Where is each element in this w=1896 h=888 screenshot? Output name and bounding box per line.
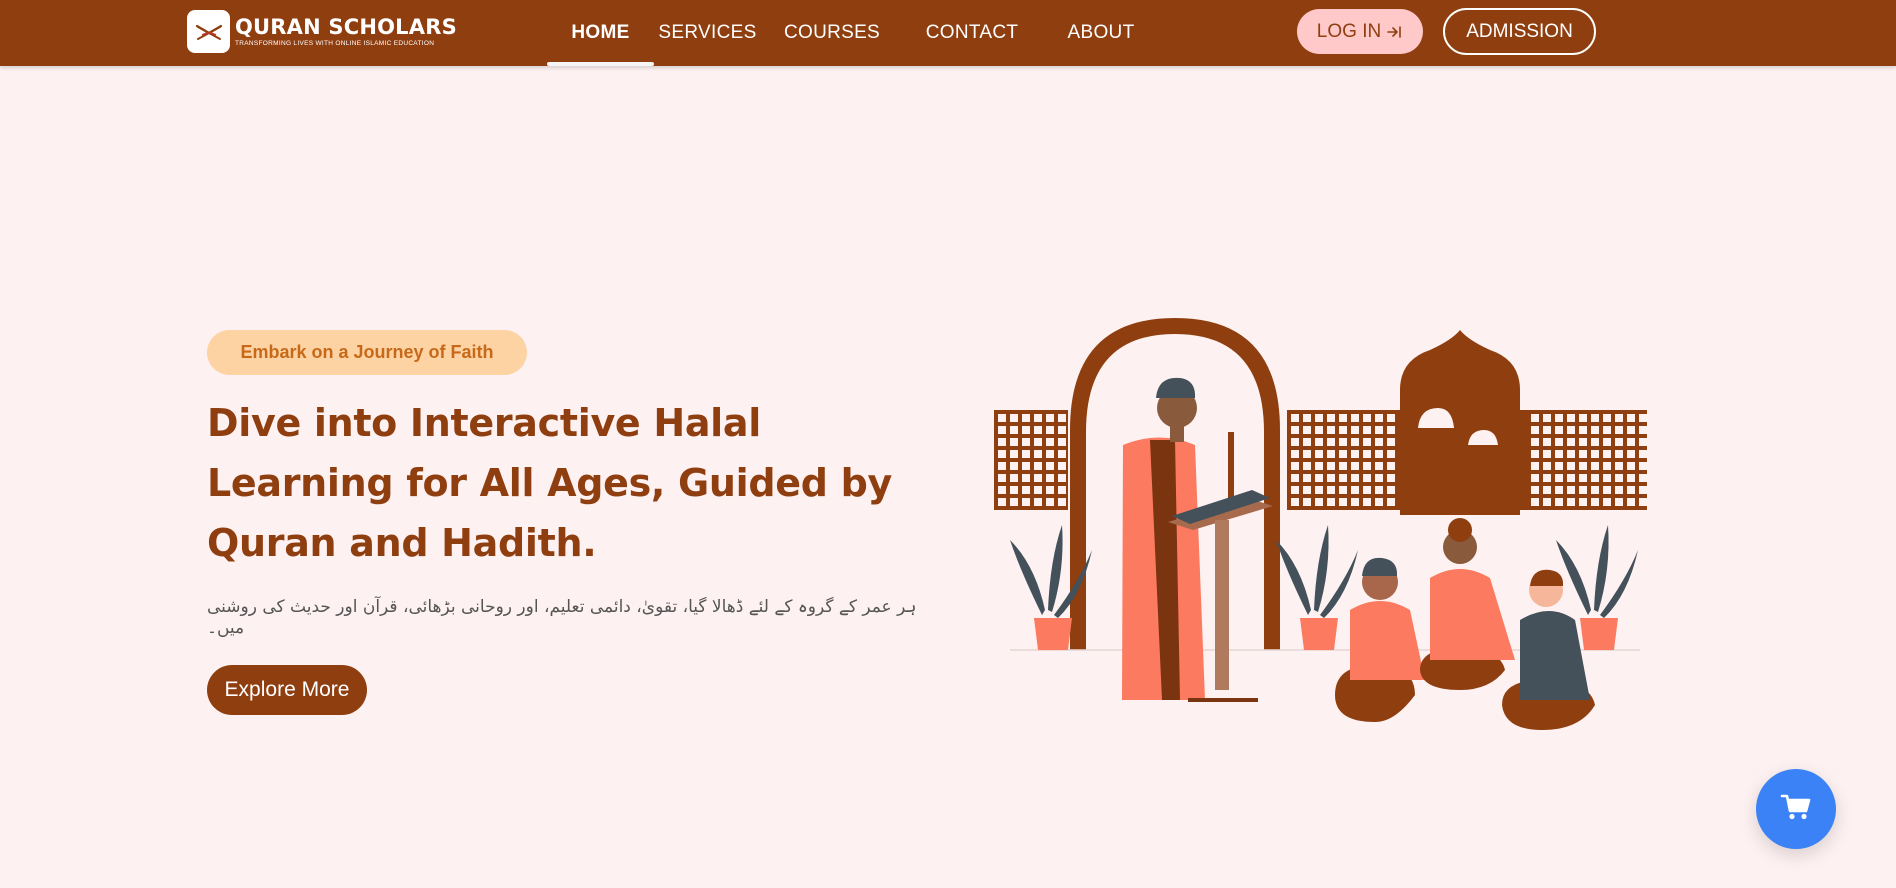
teacher-figure [1122,377,1205,700]
main-nav: HOME SERVICES COURSES CONTACT ABOUT [547,0,1134,66]
login-arrow-icon [1387,25,1403,39]
plant-middle [1276,525,1358,650]
admission-button[interactable]: ADMISSION [1443,8,1596,55]
brand-name: QURAN SCHOLARS [235,15,457,39]
shopping-cart-icon [1780,793,1812,826]
brand-tagline: TRANSFORMING LIVES WITH ONLINE ISLAMIC E… [235,40,435,47]
student-1 [1335,557,1425,722]
hero-subtitle: ہر عمر کے گروہ کے لئے ڈھالا گیا، تقویٰ، … [207,597,917,638]
lattice-left [994,410,1068,510]
nav-about[interactable]: ABOUT [1068,0,1135,66]
nav-home[interactable]: HOME [547,0,654,66]
hero-title: Dive into Interactive Halal Learning for… [207,401,892,565]
hero-badge: Embark on a Journey of Faith [207,330,527,375]
open-book-icon [187,10,230,53]
explore-more-button[interactable]: Explore More [207,665,367,715]
cart-button[interactable] [1756,769,1836,849]
nav-services[interactable]: SERVICES [654,0,761,66]
student-2 [1420,518,1515,690]
login-button[interactable]: LOG IN [1297,9,1423,54]
login-label: LOG IN [1316,20,1382,42]
nav-courses[interactable]: COURSES [784,0,880,66]
brand-logo[interactable]: QURAN SCHOLARS TRANSFORMING LIVES WITH O… [187,10,457,53]
nav-contact[interactable]: CONTACT [926,0,1018,66]
navbar: QURAN SCHOLARS TRANSFORMING LIVES WITH O… [0,0,1896,66]
hero-illustration [990,310,1660,735]
